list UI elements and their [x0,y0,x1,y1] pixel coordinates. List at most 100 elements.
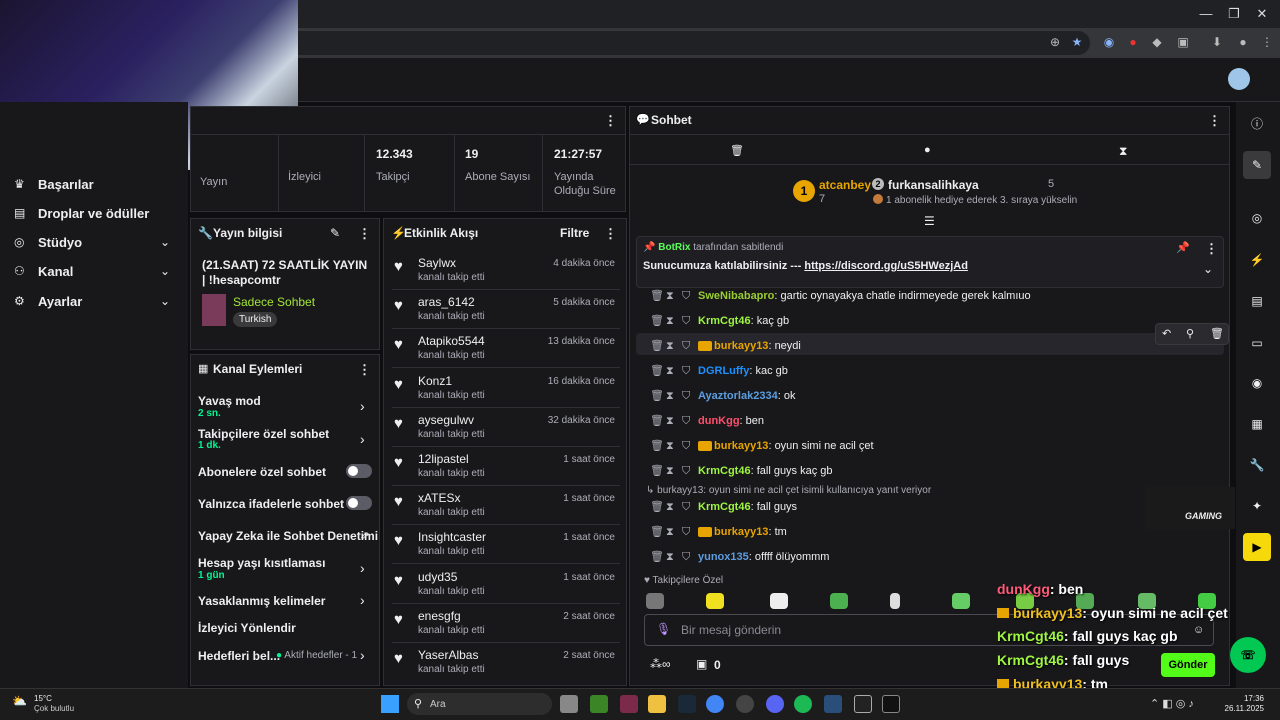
trash-icon[interactable]: 🗑 [730,144,744,157]
nav-drops[interactable]: Droplar ve ödüller [38,206,149,221]
points-icon[interactable]: ▣ [696,657,707,671]
shield-icon[interactable]: ⛉ [682,390,692,403]
hourglass-icon[interactable]: ⧗ [666,415,676,428]
event-username[interactable]: xATESx [418,491,460,505]
windows-start-icon[interactable] [381,695,399,713]
steam-icon[interactable] [678,695,696,713]
sparkle-icon[interactable]: ✦ [1243,492,1271,520]
hourglass-icon[interactable]: ⧗ [666,365,676,378]
puzzle-icon[interactable]: ▣ [1174,35,1192,49]
chevron-right-icon[interactable]: › [360,592,365,608]
chat-message[interactable]: 🗑 ⧗ ⛉ KrmCgt46: kaç gb [650,314,789,328]
event-username[interactable]: Saylwx [418,256,456,270]
chat-username[interactable]: DGRLuffy [698,365,749,377]
trash-icon[interactable]: 🗑 [650,500,664,513]
shield-icon[interactable]: ⛉ [682,551,692,564]
chat-username[interactable]: KrmCgt46 [698,315,751,327]
chevron-down-icon[interactable]: ⌄ [160,294,170,308]
trash-icon[interactable]: 🗑 [1210,327,1224,340]
shield-icon[interactable]: ⛉ [682,415,692,428]
profile-icon[interactable]: ● [1234,35,1252,49]
chevron-down-icon[interactable]: ⌄ [1203,262,1213,276]
chat-bubble-icon[interactable]: ● [924,144,931,156]
info-icon[interactable]: ⓘ [1243,110,1271,138]
extension-icon[interactable]: ● [1124,35,1142,49]
action-goals[interactable]: Hedefleri bel... [198,649,280,663]
event-username[interactable]: udyd35 [418,570,457,584]
app-icon[interactable] [620,695,638,713]
trash-icon[interactable]: 🗑 [650,339,664,352]
action-banned-words[interactable]: Yasaklanmış kelimeler [198,594,325,608]
download-icon[interactable]: ⬇ [1208,35,1226,49]
chat-username[interactable]: KrmCgt46 [698,465,751,477]
pencil-icon[interactable]: ✎ [330,226,340,240]
chrome-icon[interactable] [706,695,724,713]
minecraft-icon[interactable] [590,695,608,713]
emote[interactable] [890,593,900,609]
hourglass-icon[interactable]: ⧗ [666,290,676,303]
tray-icons[interactable]: ⌃ ◧ ◎ ♪ [1150,697,1194,710]
action-account-age[interactable]: Hesap yaşı kısıtlaması [198,556,325,570]
hourglass-icon[interactable]: ⧗ [666,551,676,564]
chevron-right-icon[interactable]: › [360,647,365,663]
shield-icon[interactable]: ⛉ [682,365,692,378]
event-username[interactable]: Atapiko5544 [418,334,485,348]
event-username[interactable]: enesgfg [418,609,461,623]
chat-username[interactable]: burkayy13 [714,526,768,538]
shield-icon[interactable]: ⛉ [682,290,692,303]
sparkles-icon[interactable]: ⁂∞ [650,657,671,671]
event-username[interactable]: Insightcaster [418,530,486,544]
emote[interactable] [830,593,848,609]
zoom-icon[interactable]: ⊕ [1046,35,1064,49]
pin-icon[interactable]: 📌 [1176,241,1190,254]
emoji-icon[interactable]: ☺ [1193,624,1204,636]
chat-message[interactable]: 🗑 ⧗ ⛉ burkayy13: neydi [650,339,801,353]
maximize-button[interactable]: ❐ [1224,6,1244,22]
trash-icon[interactable]: 🗑 [650,289,664,302]
chevron-right-icon[interactable]: › [360,431,365,447]
spotify-icon[interactable] [794,695,812,713]
taskview-icon[interactable] [560,695,578,713]
obs-icon[interactable] [736,695,754,713]
weather-desc[interactable]: Çok bulutlu [34,704,74,713]
chat-message[interactable]: 🗑 ⧗ ⛉ Ayaztorlak2334: ok [650,389,795,403]
broadcast-icon[interactable]: ◉ [1243,369,1271,397]
chevron-right-icon[interactable]: › [360,560,365,576]
category-link[interactable]: Sadece Sohbet [233,295,315,309]
emote[interactable] [770,593,788,609]
shield-icon[interactable]: ⛉ [682,501,692,514]
chat-message[interactable]: 🗑 ⧗ ⛉ dunKgg: ben [650,414,764,428]
chevron-right-icon[interactable]: › [360,398,365,414]
action-raid[interactable]: İzleyici Yönlendir [198,621,296,635]
chat-message[interactable]: 🗑 ⧗ ⛉ KrmCgt46: fall guys kaç gb [650,464,833,478]
bookmark-star-icon[interactable]: ★ [1068,35,1086,49]
kebab-icon[interactable]: ⋮ [1208,113,1221,129]
chat-bubble-icon[interactable]: ▭ [1243,329,1271,357]
chevron-down-icon[interactable]: ⌄ [160,264,170,278]
hourglass-icon[interactable]: ⧗ [666,315,676,328]
clock-time[interactable]: 17:36 [1228,694,1264,703]
emote[interactable] [706,593,724,609]
hourglass-icon[interactable]: ⧗ [666,340,676,353]
kebab-icon[interactable]: ⋮ [604,113,617,129]
trash-icon[interactable]: 🗑 [650,550,664,563]
mic-icon[interactable]: 🎙 [656,622,671,636]
nav-channel[interactable]: Kanal [38,264,73,279]
chat-message[interactable]: 🗑 ⧗ ⛉ burkayy13: tm [650,525,787,539]
hourglass-icon[interactable]: ⧗ [666,526,676,539]
leader-name[interactable]: furkansalihkaya [888,178,979,192]
chevron-down-icon[interactable]: ⌄ [160,235,170,249]
discord-link[interactable]: https://discord.gg/uS5HWezjAd [804,260,968,272]
help-button[interactable]: ☏ [1230,637,1266,673]
taskbar-search[interactable] [407,693,552,715]
chat-username[interactable]: yunox135 [698,551,749,563]
folder-icon[interactable] [648,695,666,713]
nav-studio[interactable]: Stüdyo [38,235,82,250]
trash-icon[interactable]: 🗑 [650,364,664,377]
kebab-icon[interactable]: ⋮ [604,226,617,242]
event-username[interactable]: YaserAlbas [418,648,478,662]
trash-icon[interactable]: 🗑 [650,464,664,477]
kebab-icon[interactable]: ⋮ [358,362,371,378]
trash-icon[interactable]: 🗑 [650,414,664,427]
shield-icon[interactable]: ⛉ [682,465,692,478]
